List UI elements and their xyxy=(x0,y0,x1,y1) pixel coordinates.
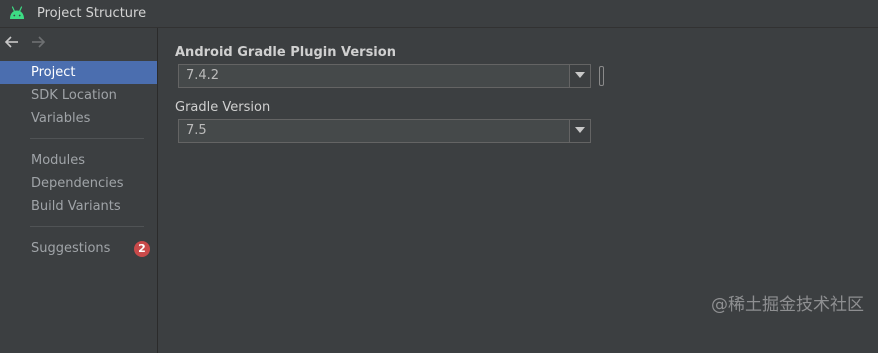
sidebar-item-variables[interactable]: Variables xyxy=(0,107,157,130)
chevron-down-icon xyxy=(575,72,585,78)
sidebar: Project SDK Location Variables Modules D… xyxy=(0,28,158,353)
sidebar-separator xyxy=(30,226,144,227)
sidebar-item-label: Dependencies xyxy=(31,176,124,191)
gradle-version-value: 7.5 xyxy=(186,123,207,138)
sidebar-item-build-variants[interactable]: Build Variants xyxy=(0,195,157,218)
title-bar: Project Structure xyxy=(0,0,878,28)
sidebar-item-project[interactable]: Project xyxy=(0,61,157,84)
sidebar-separator xyxy=(30,138,144,139)
sidebar-item-label: Variables xyxy=(31,111,91,126)
back-arrow-icon[interactable] xyxy=(4,34,20,50)
chevron-down-icon xyxy=(575,127,585,133)
sidebar-item-dependencies[interactable]: Dependencies xyxy=(0,172,157,195)
agp-version-dropdown-button[interactable] xyxy=(569,65,590,87)
sidebar-item-label: Build Variants xyxy=(31,199,121,214)
agp-version-label: Android Gradle Plugin Version xyxy=(175,45,396,60)
sidebar-item-suggestions[interactable]: Suggestions 2 xyxy=(0,237,157,260)
watermark-text: @稀土掘金技术社区 xyxy=(711,295,864,315)
sidebar-item-modules[interactable]: Modules xyxy=(0,149,157,172)
sidebar-item-label: SDK Location xyxy=(31,88,117,103)
android-icon xyxy=(10,6,24,19)
sidebar-item-sdk-location[interactable]: SDK Location xyxy=(0,84,157,107)
forward-arrow-icon[interactable] xyxy=(30,34,46,50)
window-title: Project Structure xyxy=(37,6,147,21)
sidebar-item-label: Modules xyxy=(31,153,86,168)
gradle-version-label: Gradle Version xyxy=(175,100,271,115)
suggestions-count-badge: 2 xyxy=(134,241,150,257)
sidebar-item-label: Project xyxy=(31,65,76,80)
nav-toolbar xyxy=(0,28,157,58)
sidebar-item-label: Suggestions xyxy=(31,241,111,256)
gradle-version-combobox[interactable]: 7.5 xyxy=(178,119,591,143)
project-structure-window: Project Structure Project SDK Location V… xyxy=(0,0,878,353)
agp-version-value: 7.4.2 xyxy=(186,68,220,83)
agp-side-button[interactable] xyxy=(599,66,604,86)
gradle-version-dropdown-button[interactable] xyxy=(569,120,590,142)
agp-version-combobox[interactable]: 7.4.2 xyxy=(178,64,591,88)
